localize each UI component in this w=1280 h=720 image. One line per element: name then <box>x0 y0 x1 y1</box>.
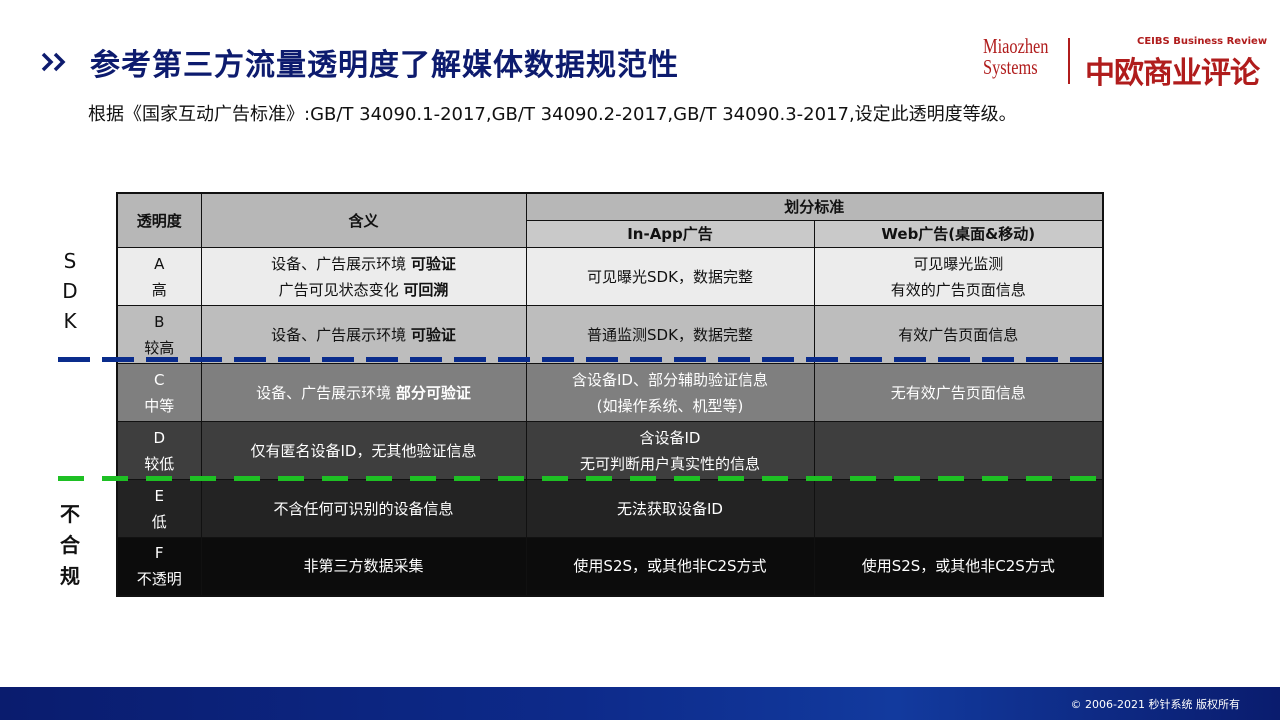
header-meaning: 含义 <box>200 192 527 248</box>
meaning-cell: 设备、广告展示环境 部分可验证 <box>200 363 527 422</box>
meaning-cell: 非第三方数据采集 <box>200 537 527 596</box>
copyright-text: © 2006-2021 秒针系统 版权所有 <box>1070 698 1240 711</box>
table-row: E低 不含任何可识别的设备信息 无法获取设备ID <box>116 479 1104 538</box>
inapp-cell: 普通监测SDK，数据完整 <box>525 305 815 364</box>
table-row: F 不透明 非第三方数据采集 使用S2S，或其他非C2S方式 使用S2S，或其他非… <box>116 537 1104 596</box>
grade-cell: F 不透明 <box>116 537 202 596</box>
footer-bar: © 2006-2021 秒针系统 版权所有 <box>0 687 1280 720</box>
web-cell <box>813 421 1104 480</box>
grade-cell: A高 <box>116 247 202 306</box>
header-inapp: In-App广告 <box>525 220 815 248</box>
web-cell: 使用S2S，或其他非C2S方式 <box>813 537 1104 596</box>
meaning-cell: 设备、广告展示环境 可验证 广告可见状态变化 可回溯 <box>200 247 527 306</box>
header-level: 透明度 <box>116 192 202 248</box>
meaning-cell: 设备、广告展示环境 可验证 <box>200 305 527 364</box>
inapp-cell: 含设备ID、部分辅助验证信息 (如操作系统、机型等) <box>525 363 815 422</box>
miaozhen-logo: Miaozhen Systems <box>983 34 1049 79</box>
inapp-cell: 使用S2S，或其他非C2S方式 <box>525 537 815 596</box>
title-row: 参考第三方流量透明度了解媒体数据规范性 <box>40 40 679 84</box>
noncompliant-side-label: 不 合 规 <box>60 502 80 588</box>
inapp-cell: 含设备ID 无可判断用户真实性的信息 <box>525 421 815 480</box>
page-subtitle: 根据《国家互动广告标准》:GB/T 34090.1-2017,GB/T 3409… <box>88 104 1017 125</box>
header-criteria: 划分标准 <box>525 192 1104 221</box>
web-cell: 无有效广告页面信息 <box>813 363 1104 422</box>
web-cell: 有效广告页面信息 <box>813 305 1104 364</box>
inapp-cell: 无法获取设备ID <box>525 479 815 538</box>
inapp-cell: 可见曝光SDK，数据完整 <box>525 247 815 306</box>
meaning-cell: 仅有匿名设备ID，无其他验证信息 <box>200 421 527 480</box>
page-title: 参考第三方流量透明度了解媒体数据规范性 <box>90 48 679 83</box>
transparency-table: 透明度 含义 划分标准 In-App广告 Web广告(桌面&移动) A高 设备、… <box>116 192 1105 597</box>
table-row: B 较高 设备、广告展示环境 可验证 普通监测SDK，数据完整 有效广告页面信息 <box>116 305 1104 364</box>
table-row: D 较低 仅有匿名设备ID，无其他验证信息 含设备ID 无可判断用户真实性的信息 <box>116 421 1104 480</box>
double-chevron-right-icon <box>40 42 80 82</box>
grade-cell: C 中等 <box>116 363 202 422</box>
web-cell: 可见曝光监测 有效的广告页面信息 <box>813 247 1104 306</box>
sdk-side-label: S D K <box>62 249 78 333</box>
grade-cell: E低 <box>116 479 202 538</box>
grade-cell: D 较低 <box>116 421 202 480</box>
table-row: C 中等 设备、广告展示环境 部分可验证 含设备ID、部分辅助验证信息 (如操作系统… <box>116 363 1104 422</box>
logo-divider <box>1068 38 1070 84</box>
sdk-boundary-line <box>58 357 1102 362</box>
noncompliant-boundary-line <box>58 476 1102 481</box>
web-cell <box>813 479 1104 538</box>
grade-cell: B 较高 <box>116 305 202 364</box>
table-row: A高 设备、广告展示环境 可验证 广告可见状态变化 可回溯 可见曝光SDK，数据… <box>116 247 1104 306</box>
meaning-cell: 不含任何可识别的设备信息 <box>200 479 527 538</box>
header-web: Web广告(桌面&移动) <box>813 220 1104 248</box>
